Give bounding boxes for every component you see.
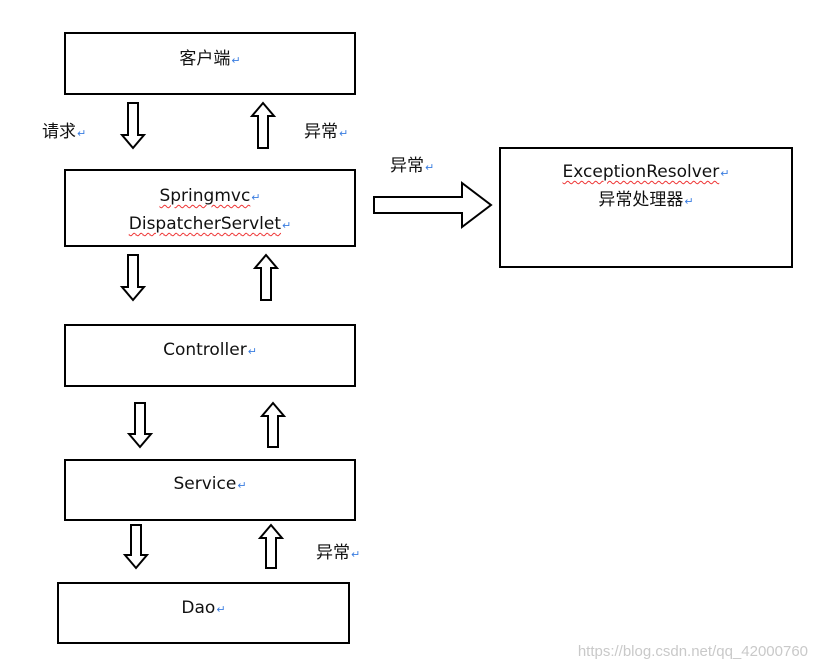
exception-text: 异常 <box>390 156 424 176</box>
exception-text: 异常 <box>304 122 338 142</box>
return-mark: ↵ <box>77 127 87 140</box>
return-mark: ↵ <box>425 161 435 174</box>
client-box: 客户端↵ <box>64 32 356 95</box>
diagram: 客户端↵ Springmvc↵ DispatcherServlet↵ Contr… <box>0 0 816 670</box>
up-arrow <box>252 253 280 301</box>
exception-right-arrow <box>373 180 493 230</box>
client-label: 客户端 <box>179 49 231 69</box>
resolver-cn-label: 异常处理器 <box>598 190 684 210</box>
return-mark: ↵ <box>282 219 292 232</box>
return-mark: ↵ <box>231 54 241 67</box>
return-mark: ↵ <box>251 191 261 204</box>
return-mark: ↵ <box>339 127 349 140</box>
request-text: 请求 <box>42 122 76 142</box>
service-label: Service <box>173 474 237 494</box>
return-mark: ↵ <box>247 345 257 358</box>
exception-up-arrow <box>249 101 277 149</box>
springmvc-label: Springmvc <box>159 186 251 206</box>
down-arrow <box>126 402 154 449</box>
request-down-arrow <box>119 102 147 150</box>
down-arrow <box>122 524 150 570</box>
exception-resolver-box: ExceptionResolver↵ 异常处理器↵ <box>499 147 793 268</box>
exception-label-top: 异常↵ <box>304 117 348 142</box>
service-box: Service↵ <box>64 459 356 521</box>
dispatcher-label: DispatcherServlet <box>128 214 282 234</box>
watermark: https://blog.csdn.net/qq_42000760 <box>577 643 808 660</box>
return-mark: ↵ <box>216 603 226 616</box>
return-mark: ↵ <box>237 479 247 492</box>
exception-up-arrow <box>257 523 285 569</box>
exception-text: 异常 <box>316 543 350 563</box>
exception-label-bottom: 异常↵ <box>316 538 360 563</box>
resolver-label: ExceptionResolver <box>562 162 720 182</box>
controller-label: Controller <box>163 340 247 360</box>
request-label: 请求↵ <box>42 117 86 142</box>
down-arrow <box>119 254 147 302</box>
dao-box: Dao↵ <box>57 582 350 644</box>
return-mark: ↵ <box>684 195 694 208</box>
exception-label-right: 异常↵ <box>390 151 434 176</box>
controller-box: Controller↵ <box>64 324 356 387</box>
return-mark: ↵ <box>351 548 361 561</box>
return-mark: ↵ <box>720 167 730 180</box>
up-arrow <box>259 401 287 448</box>
dao-label: Dao <box>181 598 216 618</box>
dispatcher-servlet-box: Springmvc↵ DispatcherServlet↵ <box>64 169 356 247</box>
